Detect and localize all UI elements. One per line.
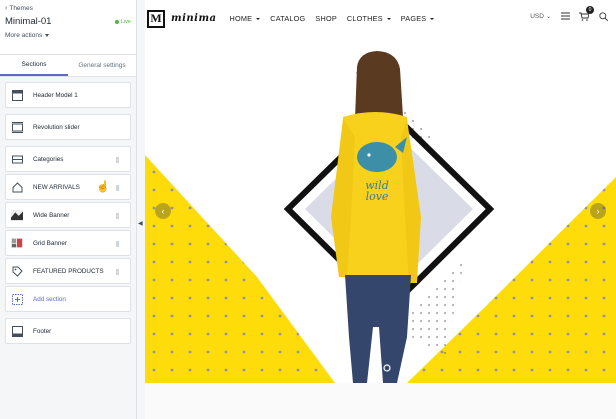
add-section-button[interactable]: Add section <box>5 286 131 312</box>
section-wide-banner[interactable]: Wide Banner <box>5 202 131 228</box>
drag-handle-icon[interactable] <box>116 269 119 275</box>
live-dot-icon <box>114 19 119 24</box>
shirt-print-text: wild love <box>351 180 403 202</box>
section-revolution-slider[interactable]: Revolution slider <box>5 114 131 140</box>
menu-label: CATALOG <box>270 14 306 23</box>
cart-count-badge: 0 <box>586 6 594 14</box>
tab-sections[interactable]: Sections <box>0 55 68 76</box>
hero-slider: wild love ‹ › <box>145 37 616 383</box>
sections-list: Header Model 1 Revolution slider Categor… <box>0 77 136 344</box>
menu-shop[interactable]: SHOP <box>315 14 336 23</box>
menu-clothes[interactable]: CLOTHES <box>347 14 391 23</box>
tag-icon <box>11 265 23 277</box>
logo-mark: M <box>147 9 165 28</box>
more-actions-label: More actions <box>5 32 43 39</box>
caret-down-icon <box>430 17 435 20</box>
status-badge: Live <box>114 18 131 25</box>
sidebar-tabs: Sections General settings <box>0 55 136 77</box>
collapse-sidebar-icon[interactable]: ◀ <box>138 220 143 227</box>
logo-text: minima <box>171 13 217 24</box>
section-grid-banner[interactable]: Grid Banner <box>5 230 131 256</box>
cart-icon[interactable]: 0 <box>579 6 594 21</box>
home-icon <box>11 181 23 193</box>
sidebar-header: ‹ Themes Minimal-01 Live More actions <box>0 0 136 55</box>
plus-icon <box>11 293 23 305</box>
section-label: Header Model 1 <box>33 91 78 99</box>
slider-icon <box>11 121 23 133</box>
drag-handle-icon[interactable] <box>116 241 119 247</box>
editor-sidebar: ‹ Themes Minimal-01 Live More actions Se… <box>0 0 137 419</box>
hero-banner-image <box>145 51 616 383</box>
currency-label: USD <box>530 12 544 20</box>
section-label: Revolution slider <box>33 123 80 131</box>
footer-icon <box>11 325 23 337</box>
section-header-model[interactable]: Header Model 1 <box>5 82 131 108</box>
theme-title-row: Minimal-01 Live <box>5 16 131 27</box>
section-label: Footer <box>33 327 52 335</box>
search-icon[interactable] <box>598 11 608 21</box>
section-label: Grid Banner <box>33 239 67 247</box>
theme-editor: ‹ Themes Minimal-01 Live More actions Se… <box>0 0 616 419</box>
menu-catalog[interactable]: CATALOG <box>270 14 305 23</box>
section-label: NEW ARRIVALS <box>33 183 80 191</box>
shirt-text-line2: love <box>365 190 389 203</box>
chevron-left-icon: ‹ <box>5 5 8 12</box>
menu-pages[interactable]: PAGES <box>401 14 435 23</box>
image-thumbnail <box>11 209 23 221</box>
preview-below-fold <box>145 383 616 419</box>
caret-down-icon <box>386 17 391 20</box>
menu-label: CLOTHES <box>346 14 383 23</box>
header-icon <box>11 89 23 101</box>
status-text: Live <box>120 18 131 25</box>
chevron-down-icon: ⌄ <box>545 13 551 20</box>
menu-label: HOME <box>229 14 253 23</box>
store-logo[interactable]: M minima <box>147 9 217 28</box>
caret-down-icon <box>45 34 50 37</box>
section-featured-products[interactable]: FEATURED PRODUCTS <box>5 258 131 284</box>
section-label: FEATURED PRODUCTS <box>33 267 104 275</box>
slider-next-button[interactable]: › <box>590 203 606 219</box>
section-label: Categories <box>33 155 64 163</box>
drag-handle-icon[interactable] <box>116 213 119 219</box>
layout-icon <box>11 153 23 165</box>
store-preview: M minima HOME CATALOG SHOP CLOTHES PAGES <box>145 0 616 419</box>
drag-handle-icon[interactable] <box>116 157 119 163</box>
section-categories[interactable]: Categories <box>5 146 131 172</box>
slider-prev-button[interactable]: ‹ <box>155 203 171 219</box>
menu-label: PAGES <box>400 14 427 23</box>
menu-home[interactable]: HOME <box>230 14 261 23</box>
menu-label: SHOP <box>315 14 337 23</box>
store-navbar: M minima HOME CATALOG SHOP CLOTHES PAGES <box>145 0 616 37</box>
image-thumbnail <box>11 237 23 249</box>
hand-cursor-icon: ☝ <box>96 181 110 193</box>
theme-name: Minimal-01 <box>5 16 52 27</box>
more-actions-button[interactable]: More actions <box>5 32 131 39</box>
tab-general-settings[interactable]: General settings <box>68 55 136 76</box>
back-to-themes-link[interactable]: ‹ Themes <box>5 4 131 13</box>
section-label: Wide Banner <box>33 211 70 219</box>
caret-down-icon <box>256 17 261 20</box>
hamburger-icon[interactable] <box>560 11 570 21</box>
currency-selector[interactable]: USD ⌄ <box>530 13 551 20</box>
back-label: Themes <box>9 5 33 12</box>
nav-actions: USD ⌄ 0 <box>530 6 608 21</box>
section-new-arrivals[interactable]: NEW ARRIVALS ☝ <box>5 174 131 200</box>
section-footer[interactable]: Footer <box>5 318 131 344</box>
main-menu: HOME CATALOG SHOP CLOTHES PAGES <box>230 14 435 23</box>
drag-handle-icon[interactable] <box>116 185 119 191</box>
add-section-label: Add section <box>33 295 66 303</box>
